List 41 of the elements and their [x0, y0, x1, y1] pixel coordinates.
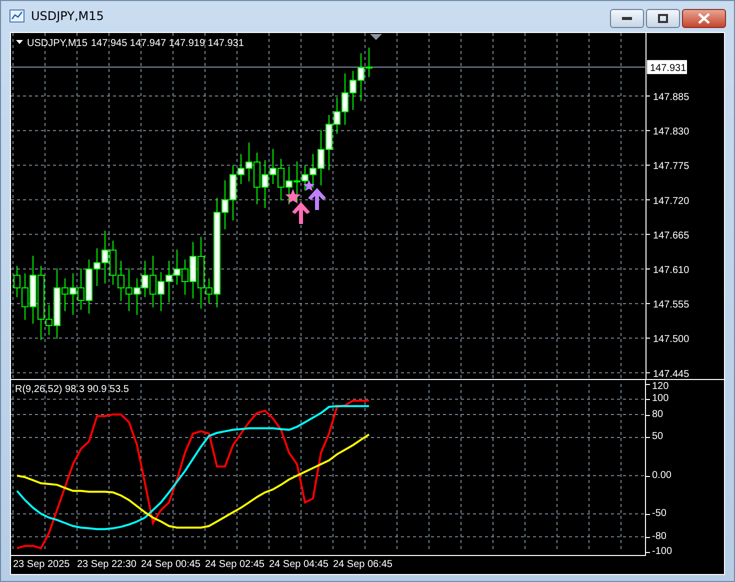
indicator-axis-label: -50 [652, 508, 666, 520]
chart-symbol: USDJPY,M15 [27, 38, 88, 49]
indicator-axis-label: 80 [652, 408, 664, 421]
minimize-button[interactable] [610, 9, 644, 28]
up-arrow-icon [292, 202, 310, 224]
price-axis-label: 147.885 [653, 92, 690, 103]
indicator-label: R(9,26,52) 98.3 90.9 53.5 [15, 384, 129, 395]
indicator-axis-label: 50 [652, 431, 664, 444]
price-axis-label: 147.500 [653, 334, 690, 346]
indicator-axis-label: 120 [652, 381, 669, 393]
indicator-axis-label: 0.00 [652, 470, 672, 482]
close-button[interactable] [682, 9, 726, 28]
price-axis-label: 147.610 [653, 264, 690, 276]
maximize-button[interactable] [646, 9, 680, 28]
price-axis-label: 147.775 [653, 161, 690, 172]
price-axis-label: 147.555 [653, 300, 690, 311]
price-axis-label: 147.720 [653, 196, 690, 207]
restore-icon [658, 14, 668, 23]
chart-window-icon [9, 8, 25, 24]
time-axis-label: 23 Sep 22:30 [77, 559, 136, 570]
time-axis-label: 24 Sep 06:45 [333, 559, 392, 570]
price-axis-label: 147.665 [653, 230, 690, 242]
minimize-icon [622, 17, 632, 20]
indicator-axis-label: -100 [652, 546, 672, 558]
window-title: USDJPY,M15 [31, 9, 105, 23]
time-axis-label: 24 Sep 02:45 [205, 559, 264, 570]
star-icon [285, 189, 301, 204]
indicator-axis-label: 100 [652, 393, 669, 406]
chart-shift-icon[interactable] [370, 34, 382, 40]
indicator-axis-label: -80 [652, 530, 666, 543]
price-axis-label: 147.445 [653, 368, 690, 379]
star-icon [303, 180, 315, 191]
price-axis-label: 147.830 [653, 126, 690, 138]
time-axis-label: 23 Sep 2025 [13, 559, 70, 570]
up-arrow-icon [308, 188, 326, 210]
price-quote: 147.945 147.947 147.919 147.931 [91, 38, 244, 49]
close-icon [698, 13, 710, 24]
dropdown-icon[interactable] [16, 40, 23, 44]
time-axis-label: 24 Sep 00:45 [141, 559, 200, 570]
time-axis-label: 24 Sep 04:45 [269, 559, 328, 570]
current-price-label: 147.931 [647, 60, 687, 74]
